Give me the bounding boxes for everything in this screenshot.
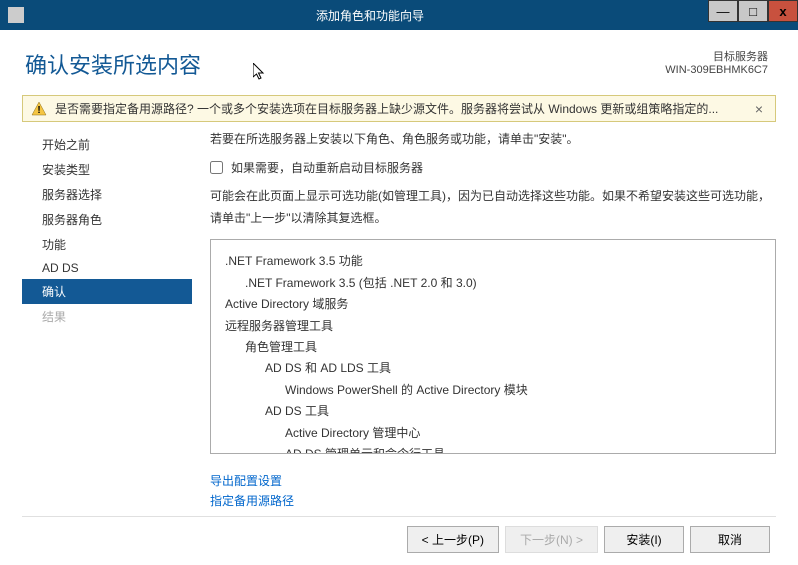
next-button: 下一步(N) > [505,526,598,553]
svg-text:!: ! [37,105,40,116]
feature-item: Windows PowerShell 的 Active Directory 模块 [225,380,761,400]
target-server-label: 目标服务器 [665,48,768,64]
sidebar-item-before-begin[interactable]: 开始之前 [22,132,192,157]
cancel-button[interactable]: 取消 [690,526,770,553]
page-title: 确认安装所选内容 [25,48,201,80]
close-button[interactable]: x [768,0,798,22]
restart-checkbox[interactable] [210,161,223,174]
feature-item: Active Directory 域服务 [225,294,761,314]
separator [22,516,776,517]
maximize-button[interactable]: □ [738,0,768,22]
install-button[interactable]: 安装(I) [604,526,684,553]
header: 确认安装所选内容 目标服务器 WIN-309EBHMK6C7 [0,30,798,90]
minimize-button[interactable]: — [708,0,738,22]
sidebar-item-confirmation[interactable]: 确认 [22,279,192,304]
window-controls: — □ x [708,0,798,30]
app-icon [8,7,24,23]
note-text: 可能会在此页面上显示可选功能(如管理工具)，因为已自动选择这些功能。如果不希望安… [210,186,776,229]
previous-button[interactable]: < 上一步(P) [407,526,499,553]
restart-checkbox-row: 如果需要，自动重新启动目标服务器 [210,159,776,176]
warning-bar: ! 是否需要指定备用源路径? 一个或多个安装选项在目标服务器上缺少源文件。服务器… [22,95,776,122]
restart-checkbox-label: 如果需要，自动重新启动目标服务器 [231,159,423,176]
instruction-text: 若要在所选服务器上安装以下角色、角色服务或功能，请单击"安装"。 [210,130,776,149]
feature-item: AD DS 管理单元和命令行工具 [225,444,761,454]
feature-item: .NET Framework 3.5 功能 [225,251,761,271]
sidebar-item-server-roles[interactable]: 服务器角色 [22,207,192,232]
feature-item: AD DS 工具 [225,401,761,421]
sidebar-item-install-type[interactable]: 安装类型 [22,157,192,182]
content-area: 开始之前 安装类型 服务器选择 服务器角色 功能 AD DS 确认 结果 若要在… [0,130,798,511]
button-bar: < 上一步(P) 下一步(N) > 安装(I) 取消 [407,526,770,553]
main-panel: 若要在所选服务器上安装以下角色、角色服务或功能，请单击"安装"。 如果需要，自动… [192,130,776,511]
sidebar-item-adds[interactable]: AD DS [22,257,192,279]
sidebar: 开始之前 安装类型 服务器选择 服务器角色 功能 AD DS 确认 结果 [22,130,192,511]
feature-item: AD DS 和 AD LDS 工具 [225,358,761,378]
warning-text: 是否需要指定备用源路径? 一个或多个安装选项在目标服务器上缺少源文件。服务器将尝… [55,100,718,117]
export-config-link[interactable]: 导出配置设置 [210,472,776,491]
feature-item: Active Directory 管理中心 [225,423,761,443]
sidebar-item-results: 结果 [22,304,192,329]
feature-item: 远程服务器管理工具 [225,316,761,336]
window-title: 添加角色和功能向导 [32,7,708,24]
feature-item: .NET Framework 3.5 (包括 .NET 2.0 和 3.0) [225,273,761,293]
alternate-source-link[interactable]: 指定备用源路径 [210,492,776,511]
feature-item: 角色管理工具 [225,337,761,357]
sidebar-item-features[interactable]: 功能 [22,232,192,257]
warning-close-icon[interactable]: × [751,101,767,117]
target-server-info: 目标服务器 WIN-309EBHMK6C7 [665,48,768,80]
features-list[interactable]: .NET Framework 3.5 功能 .NET Framework 3.5… [210,239,776,454]
sidebar-item-server-selection[interactable]: 服务器选择 [22,182,192,207]
target-server-name: WIN-309EBHMK6C7 [665,64,768,76]
links-area: 导出配置设置 指定备用源路径 [210,472,776,510]
titlebar: 添加角色和功能向导 — □ x [0,0,798,30]
warning-icon: ! [31,101,47,117]
